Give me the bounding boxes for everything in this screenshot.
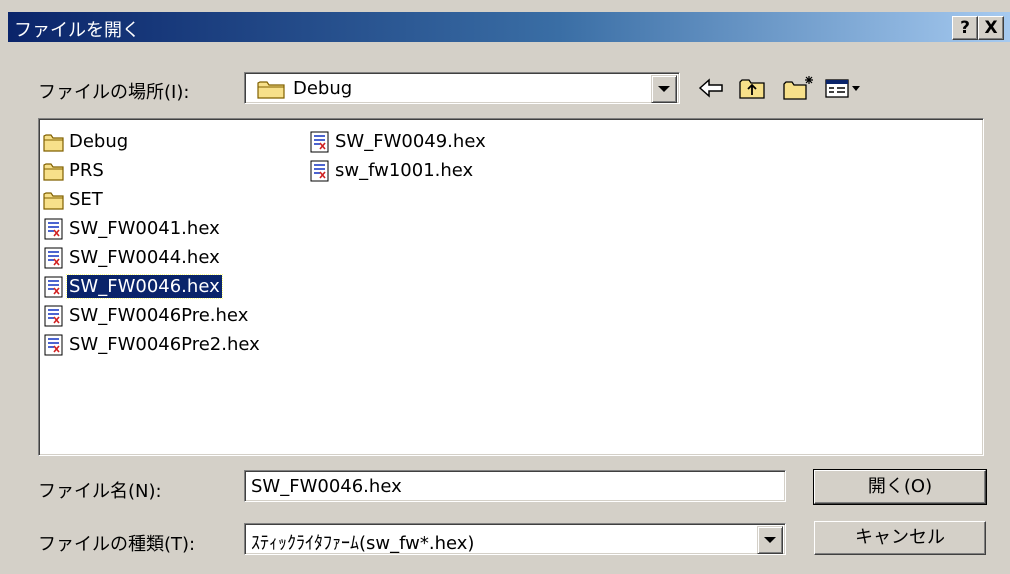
chevron-down-icon bbox=[764, 537, 776, 543]
filename-label: ファイル名(N): bbox=[38, 481, 162, 502]
folder-icon bbox=[257, 81, 285, 99]
close-button[interactable]: X bbox=[978, 16, 1004, 40]
hex-file-icon bbox=[43, 247, 65, 269]
open-button[interactable]: 開く(O) bbox=[813, 469, 987, 505]
item-label: SW_FW0046Pre2.hex bbox=[69, 334, 260, 355]
hex-file-icon bbox=[43, 305, 65, 327]
filetype-combo[interactable]: ｽﾃｨｯｸﾗｲﾀﾌｧｰﾑ(sw_fw*.hex) bbox=[244, 523, 786, 555]
help-button[interactable]: ? bbox=[952, 16, 978, 40]
filename-field[interactable]: SW_FW0046.hex bbox=[244, 470, 786, 502]
folder-icon bbox=[43, 189, 65, 211]
location-label: ファイルの場所(I): bbox=[38, 82, 190, 103]
filetype-value: ｽﾃｨｯｸﾗｲﾀﾌｧｰﾑ(sw_fw*.hex) bbox=[251, 533, 475, 554]
open-file-dialog: ファイルを開く ? X ファイルの場所(I): Debug Debug PRS … bbox=[0, 0, 1010, 574]
hex-file-icon bbox=[309, 131, 331, 153]
cancel-button[interactable]: キャンセル bbox=[814, 521, 986, 555]
item-label: sw_fw1001.hex bbox=[335, 160, 474, 181]
hex-file-icon bbox=[43, 276, 65, 298]
folder-icon bbox=[43, 160, 65, 182]
item-label: SW_FW0046Pre.hex bbox=[69, 305, 249, 326]
item-label: PRS bbox=[69, 160, 104, 181]
location-combo[interactable]: Debug bbox=[244, 72, 680, 104]
title-bar[interactable]: ファイルを開く ? X bbox=[8, 12, 1010, 42]
item-label: SW_FW0046.hex bbox=[66, 274, 223, 299]
item-label: SET bbox=[69, 189, 103, 210]
hex-file-icon bbox=[43, 334, 65, 356]
location-value: Debug bbox=[293, 78, 353, 99]
filename-value: SW_FW0046.hex bbox=[251, 476, 402, 497]
folder-icon bbox=[43, 131, 65, 153]
view-menu-icon[interactable] bbox=[824, 74, 864, 102]
item-label: SW_FW0049.hex bbox=[335, 131, 486, 152]
up-folder-icon[interactable] bbox=[738, 74, 768, 102]
hex-file-icon bbox=[43, 218, 65, 240]
back-icon[interactable] bbox=[696, 74, 726, 102]
item-label: SW_FW0044.hex bbox=[69, 247, 220, 268]
location-dropdown-button[interactable] bbox=[651, 75, 677, 103]
file-list[interactable]: Debug PRS SET SW_FW0041.hex SW_FW0044.hex SW_… bbox=[38, 118, 984, 456]
filetype-label: ファイルの種類(T): bbox=[38, 534, 196, 555]
new-folder-icon[interactable] bbox=[782, 74, 813, 102]
item-label: Debug bbox=[69, 131, 129, 152]
item-label: SW_FW0041.hex bbox=[69, 218, 220, 239]
hex-file-icon bbox=[309, 160, 331, 182]
filetype-dropdown-button[interactable] bbox=[757, 526, 783, 554]
chevron-down-icon bbox=[658, 86, 670, 92]
window-title: ファイルを開く bbox=[14, 20, 140, 41]
